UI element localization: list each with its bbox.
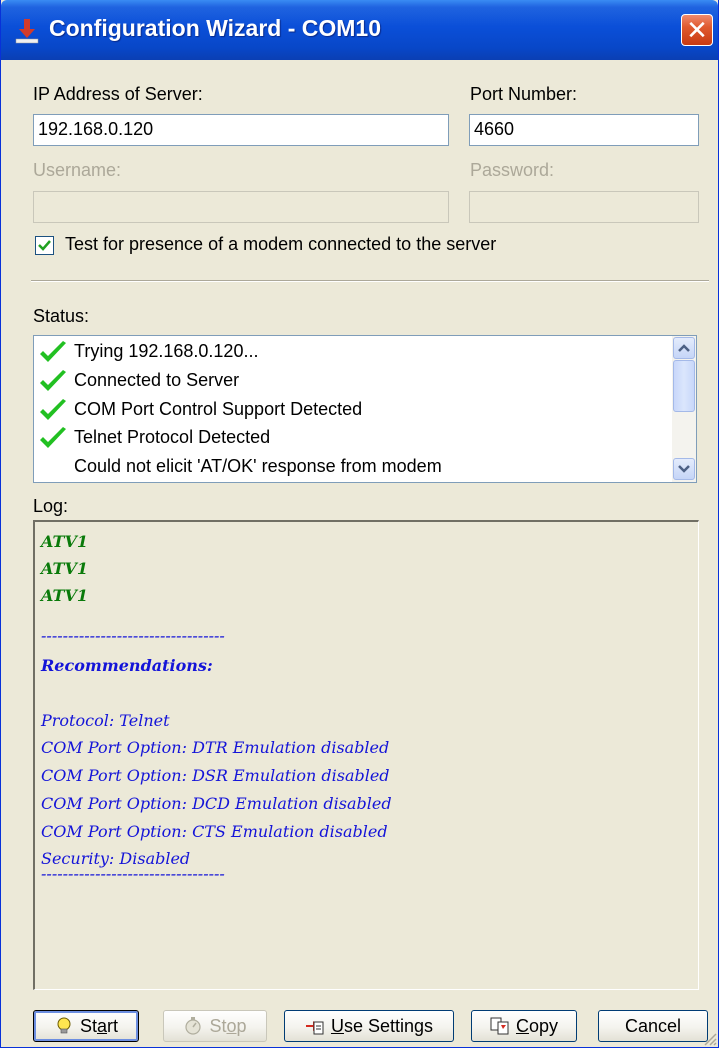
lightbulb-icon xyxy=(57,1017,71,1034)
port-number-label: Port Number: xyxy=(470,84,578,104)
chevron-up-icon xyxy=(678,344,690,352)
copy-documents-icon xyxy=(490,1017,509,1035)
log-line: Protocol: Telnet xyxy=(41,711,170,730)
modem-test-checkbox[interactable] xyxy=(35,236,54,255)
green-check-icon xyxy=(40,341,66,362)
ip-address-field[interactable]: 192.168.0.120 xyxy=(33,114,449,146)
green-check-icon xyxy=(40,370,66,391)
title-bar[interactable]: Configuration Wizard - COM10 ✕ xyxy=(1,0,718,60)
modem-test-label[interactable]: Test for presence of a modem connected t… xyxy=(65,234,496,255)
status-item: Could not elicit 'AT/OK' response from m… xyxy=(74,456,442,476)
log-line: ATV1 xyxy=(41,559,88,578)
log-line: ATV1 xyxy=(41,586,88,605)
separator xyxy=(31,280,709,282)
download-arrow-icon xyxy=(15,19,39,44)
log-label: Log: xyxy=(33,496,69,516)
cancel-button[interactable]: Cancel xyxy=(598,1010,708,1042)
apply-settings-icon xyxy=(305,1021,324,1035)
log-line: COM Port Option: CTS Emulation disabled xyxy=(41,822,388,841)
log-area[interactable]: ATV1 ATV1 ATV1 -------------------------… xyxy=(33,520,699,990)
stopwatch-icon xyxy=(185,1017,202,1035)
status-label: Status: xyxy=(33,306,90,326)
status-item: COM Port Control Support Detected xyxy=(34,396,664,424)
copy-button[interactable]: Copy xyxy=(471,1010,577,1042)
log-line: COM Port Option: DTR Emulation disabled xyxy=(41,738,390,757)
log-line: ATV1 xyxy=(41,532,88,551)
log-line: Recommendations: xyxy=(41,656,213,675)
port-number-field[interactable]: 4660 xyxy=(469,114,699,146)
username-field[interactable] xyxy=(33,191,449,223)
log-line: ---------------------------------- xyxy=(41,626,225,645)
status-list[interactable]: Trying 192.168.0.120... Connected to Ser… xyxy=(33,335,697,483)
password-field[interactable] xyxy=(469,191,699,223)
green-check-icon xyxy=(40,399,66,420)
scroll-down-button[interactable] xyxy=(673,458,695,480)
close-icon: ✕ xyxy=(686,15,708,45)
scroll-up-button[interactable] xyxy=(673,337,695,359)
use-settings-button[interactable]: Use Settings xyxy=(284,1010,454,1042)
password-label: Password: xyxy=(470,160,555,180)
start-button[interactable]: Start xyxy=(33,1010,139,1042)
resize-grip-icon[interactable] xyxy=(701,1030,717,1046)
log-line: COM Port Option: DSR Emulation disabled xyxy=(41,766,390,785)
status-item: Connected to Server xyxy=(34,367,664,395)
status-item: Trying 192.168.0.120... xyxy=(34,338,664,366)
log-line: COM Port Option: DCD Emulation disabled xyxy=(41,794,392,813)
username-label: Username: xyxy=(33,160,122,180)
close-button[interactable]: ✕ xyxy=(681,14,713,46)
ip-address-label: IP Address of Server: xyxy=(33,84,203,104)
configuration-wizard-window: Configuration Wizard - COM10 ✕ IP Addres… xyxy=(0,0,719,1048)
stop-button[interactable]: Stop xyxy=(163,1010,267,1042)
status-item: Telnet Protocol Detected xyxy=(34,424,664,452)
chevron-down-icon xyxy=(678,465,690,473)
status-scrollbar[interactable] xyxy=(672,336,696,482)
scroll-thumb[interactable] xyxy=(673,360,695,412)
checkmark-icon xyxy=(38,240,51,251)
green-check-icon xyxy=(40,427,66,448)
window-title: Configuration Wizard - COM10 xyxy=(49,15,382,41)
log-line: ---------------------------------- xyxy=(41,864,225,883)
